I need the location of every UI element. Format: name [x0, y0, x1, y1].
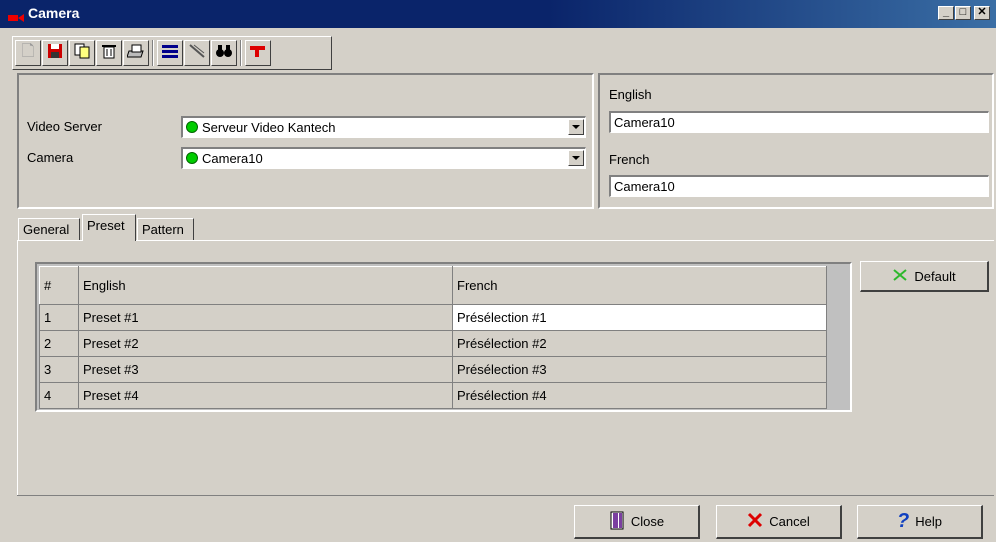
list-icon: [161, 43, 179, 64]
find-button[interactable]: [211, 40, 237, 66]
video-server-label: Video Server: [27, 119, 102, 134]
new-icon: 🗋: [21, 42, 35, 60]
row-number: 4: [39, 382, 79, 409]
french-label: French: [609, 152, 650, 167]
video-server-combo[interactable]: Serveur Video Kantech: [181, 116, 586, 138]
row-number: 1: [39, 304, 79, 331]
camera-value: Camera10: [202, 151, 263, 166]
minimize-button[interactable]: _: [938, 6, 954, 20]
help-button[interactable]: ? Help: [857, 505, 983, 539]
table-row[interactable]: 3 Preset #3 Présélection #3: [39, 356, 827, 383]
binoculars-icon: [215, 43, 233, 64]
help-button-label: Help: [915, 514, 942, 529]
default-button[interactable]: Default: [860, 261, 989, 292]
video-server-value: Serveur Video Kantech: [202, 120, 336, 135]
save-button[interactable]: [42, 40, 68, 66]
cell-french[interactable]: Présélection #3: [452, 356, 827, 383]
english-description-field[interactable]: Camera10: [609, 111, 989, 133]
camera-label: Camera: [27, 150, 74, 165]
online-status-icon: [186, 152, 198, 164]
tab-preset[interactable]: Preset: [82, 214, 136, 241]
toolbar-separator: [240, 40, 242, 66]
column-header-english: English: [78, 266, 453, 305]
french-description-field[interactable]: Camera10: [609, 175, 989, 197]
close-button[interactable]: Close: [574, 505, 700, 539]
link-button[interactable]: [184, 40, 210, 66]
chevron-down-icon[interactable]: [568, 119, 584, 135]
tab-pattern[interactable]: Pattern: [137, 218, 194, 240]
camera-selection-panel: Video Server Serveur Video Kantech Camer…: [17, 73, 594, 209]
window-title: Camera: [28, 5, 80, 21]
tab-general[interactable]: General: [18, 218, 80, 240]
default-icon: [892, 268, 908, 285]
camera-combo[interactable]: Camera10: [181, 147, 586, 169]
table-row[interactable]: 4 Preset #4 Présélection #4: [39, 382, 827, 409]
online-status-icon: [186, 121, 198, 133]
title-bar: Camera _ □ ✕: [0, 0, 996, 28]
column-header-number: #: [39, 266, 79, 305]
row-number: 2: [39, 330, 79, 357]
cell-french[interactable]: Présélection #2: [452, 330, 827, 357]
cancel-button[interactable]: Cancel: [716, 505, 842, 539]
chevron-down-icon[interactable]: [568, 150, 584, 166]
camera-app-icon: [8, 10, 24, 22]
cell-english[interactable]: Preset #1: [78, 304, 453, 331]
row-number: 3: [39, 356, 79, 383]
cancel-button-label: Cancel: [769, 514, 810, 529]
close-window-button[interactable]: ✕: [974, 6, 990, 20]
cell-french[interactable]: Présélection #1: [452, 304, 827, 331]
grid-header-row: # English French: [39, 266, 827, 305]
cancel-x-icon: [747, 512, 763, 531]
link-icon: [188, 43, 206, 64]
default-button-label: Default: [914, 268, 956, 284]
new-button[interactable]: 🗋: [15, 40, 41, 66]
print-button[interactable]: [123, 40, 149, 66]
toolbar-separator: [152, 40, 154, 66]
toolbar: 🗋: [12, 36, 332, 70]
printer-icon: [126, 43, 145, 64]
preset-grid: # English French 1 Preset #1 Présélectio…: [35, 262, 852, 412]
help-question-icon: ?: [897, 510, 910, 532]
save-icon: [47, 43, 63, 64]
cell-french[interactable]: Présélection #4: [452, 382, 827, 409]
column-header-french: French: [452, 266, 827, 305]
maximize-button[interactable]: □: [955, 6, 971, 20]
pointer-button[interactable]: [245, 40, 271, 66]
door-icon: [609, 510, 625, 533]
english-label: English: [609, 87, 652, 102]
list-button[interactable]: [157, 40, 183, 66]
cell-english[interactable]: Preset #4: [78, 382, 453, 409]
cell-english[interactable]: Preset #2: [78, 330, 453, 357]
table-row[interactable]: 1 Preset #1 Présélection #1: [39, 304, 827, 331]
cell-english[interactable]: Preset #3: [78, 356, 453, 383]
close-button-label: Close: [630, 514, 665, 529]
copy-button[interactable]: [69, 40, 95, 66]
table-row[interactable]: 2 Preset #2 Présélection #2: [39, 330, 827, 357]
trash-icon: [101, 43, 117, 64]
pointer-icon: [249, 43, 267, 64]
description-panel: English Camera10 French Camera10: [598, 73, 994, 209]
delete-button[interactable]: [96, 40, 122, 66]
copy-icon: [74, 43, 90, 64]
bottom-button-bar: [17, 495, 994, 542]
